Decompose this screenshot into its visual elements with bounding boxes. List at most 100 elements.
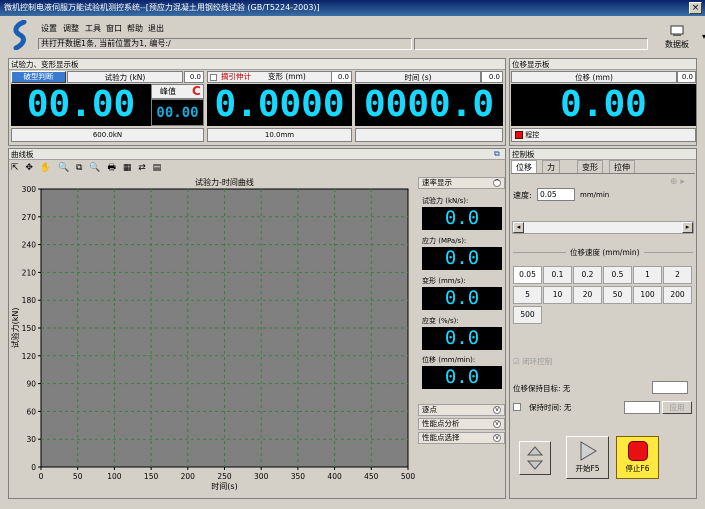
hold-target-input[interactable] (652, 381, 688, 394)
program-control-label: 程控 (525, 131, 540, 139)
jog-updown-button[interactable] (519, 441, 551, 475)
tab-divider (511, 173, 695, 174)
position-panel-title: 位移显示板 (510, 59, 696, 70)
rate-stress-value: 0.0 (422, 247, 502, 270)
tab-tensile[interactable]: 拉伸 (609, 160, 635, 173)
deform-zero: 0.0 (331, 71, 352, 83)
restore-icon[interactable]: ⧉ (494, 149, 500, 159)
x-tick-label: 250 (217, 472, 232, 481)
hand-tool-icon[interactable]: ✋ (40, 163, 53, 173)
section-performance-analysis[interactable]: 性能点分析 v (418, 418, 505, 430)
rate-section-header[interactable]: 速率显示 ^ (418, 177, 505, 189)
speed-option[interactable]: 0.5 (603, 266, 632, 284)
swap-icon[interactable]: ⇄ (138, 163, 148, 173)
apply-button[interactable]: 应用 (662, 401, 692, 414)
menu-settings[interactable]: 设置 (41, 23, 57, 34)
expand-icon[interactable]: v (493, 406, 501, 414)
rate-position-value: 0.0 (422, 366, 502, 389)
x-tick-label: 350 (291, 472, 306, 481)
speed-option[interactable]: 50 (603, 286, 632, 304)
rate-position-label: 位移 (mm/min): (422, 356, 476, 364)
table-icon[interactable]: ▤ (153, 163, 164, 173)
speed-option[interactable]: 5 (513, 286, 542, 304)
app-logo-icon (13, 20, 27, 50)
close-button[interactable]: × (689, 2, 702, 14)
peak-display: 00.00 (151, 99, 204, 126)
tab-deform[interactable]: 变形 (577, 160, 603, 173)
databoard-icon (670, 25, 684, 36)
closed-loop-checkbox[interactable]: ☑ (513, 357, 520, 366)
expand-icon[interactable]: v (493, 420, 501, 428)
x-tick-label: 500 (401, 472, 416, 481)
tab-position[interactable]: 位移 (511, 160, 537, 173)
databoard-button[interactable]: 数据板 ▾ (654, 24, 705, 52)
speed-option[interactable]: 500 (513, 306, 542, 324)
speed-option[interactable]: 1 (633, 266, 662, 284)
position-label: 位移 (mm) (511, 71, 677, 83)
menu-tools[interactable]: 工具 (85, 23, 101, 34)
slider-right-button[interactable]: ▸ (682, 222, 693, 233)
collapse-icon[interactable]: ^ (493, 179, 501, 187)
break-judge-button[interactable]: 破型判断 (11, 71, 66, 83)
speed-option[interactable]: 2 (663, 266, 692, 284)
section-point-by-point[interactable]: 逐点 v (418, 404, 505, 416)
closed-loop-control[interactable]: ☑ 闭环控制 (513, 356, 552, 367)
slider-left-button[interactable]: ◂ (513, 222, 524, 233)
updown-arrows-icon (526, 446, 544, 470)
start-button[interactable]: 开始F5 (566, 436, 609, 479)
speed-option[interactable]: 100 (633, 286, 662, 304)
help-arrow-icon[interactable]: ⊕ ▸ (670, 177, 685, 187)
speed-unit: mm/min (580, 191, 610, 199)
zoom-in-icon[interactable]: 🔍 (58, 163, 71, 173)
hold-time-checkbox[interactable] (513, 403, 521, 411)
refresh-icon[interactable]: C (192, 84, 201, 98)
hold-time-input[interactable] (624, 401, 660, 414)
speed-option[interactable]: 10 (543, 286, 572, 304)
expand-icon[interactable]: v (493, 434, 501, 442)
pan-tool-icon[interactable]: ✥ (25, 163, 35, 173)
program-control-indicator: 程控 (511, 128, 696, 142)
position-speed-label: 位移速度 (mm/min) (566, 247, 644, 258)
speed-slider[interactable]: ◂ ▸ (512, 221, 694, 234)
speed-option[interactable]: 0.2 (573, 266, 602, 284)
rate-deform-value: 0.0 (422, 287, 502, 310)
time-zero: 0.0 (481, 71, 503, 83)
menu-window[interactable]: 窗口 (106, 23, 122, 34)
stop-button[interactable]: 停止F6 (616, 436, 659, 479)
test-panel-title: 试验力、变形显示板 (9, 59, 505, 70)
menu-adjust[interactable]: 调整 (63, 23, 79, 34)
tab-force[interactable]: 力 (542, 160, 560, 173)
x-tick-label: 200 (181, 472, 196, 481)
speed-input[interactable]: 0.05 (537, 188, 575, 201)
deform-range: 10.0mm (207, 128, 352, 142)
position-display: 0.00 (511, 84, 696, 126)
force-zero: 0.0 (184, 71, 204, 83)
section-performance-select[interactable]: 性能点选择 v (418, 432, 505, 444)
x-tick-label: 400 (327, 472, 342, 481)
speed-option[interactable]: 20 (573, 286, 602, 304)
y-tick-label: 240 (22, 241, 37, 250)
rate-force-value: 0.0 (422, 207, 502, 230)
speed-option[interactable]: 0.05 (513, 266, 542, 284)
performance-select-label: 性能点选择 (422, 433, 460, 442)
select-tool-icon[interactable]: ⇱ (11, 163, 21, 173)
extensometer-checkbox[interactable] (210, 74, 217, 81)
closed-loop-label: 闭环控制 (522, 357, 553, 366)
speed-option[interactable]: 0.1 (543, 266, 572, 284)
menu-exit[interactable]: 退出 (148, 23, 164, 34)
speed-option[interactable]: 200 (663, 286, 692, 304)
y-tick-label: 30 (26, 435, 36, 444)
zoom-box-icon[interactable]: ⧉ (76, 163, 84, 173)
status-text: 共打开数据1条, 当前位置为1, 编号:/ (38, 38, 412, 50)
print-icon[interactable]: 🖶 (107, 163, 118, 173)
rate-force-label: 试验力 (kN/s): (422, 197, 469, 205)
zoom-out-icon[interactable]: 🔍 (89, 163, 102, 173)
chart-settings-icon[interactable]: ▦ (123, 163, 134, 173)
x-tick-label: 0 (39, 472, 44, 481)
y-axis-label: 试验力(kN) (10, 308, 20, 349)
y-tick-label: 270 (22, 213, 37, 222)
x-tick-label: 300 (254, 472, 269, 481)
extensometer-label: 摘引伸计 (221, 72, 251, 81)
rate-strain-label: 应变 (%/s): (422, 317, 459, 325)
menu-help[interactable]: 帮助 (127, 23, 143, 34)
